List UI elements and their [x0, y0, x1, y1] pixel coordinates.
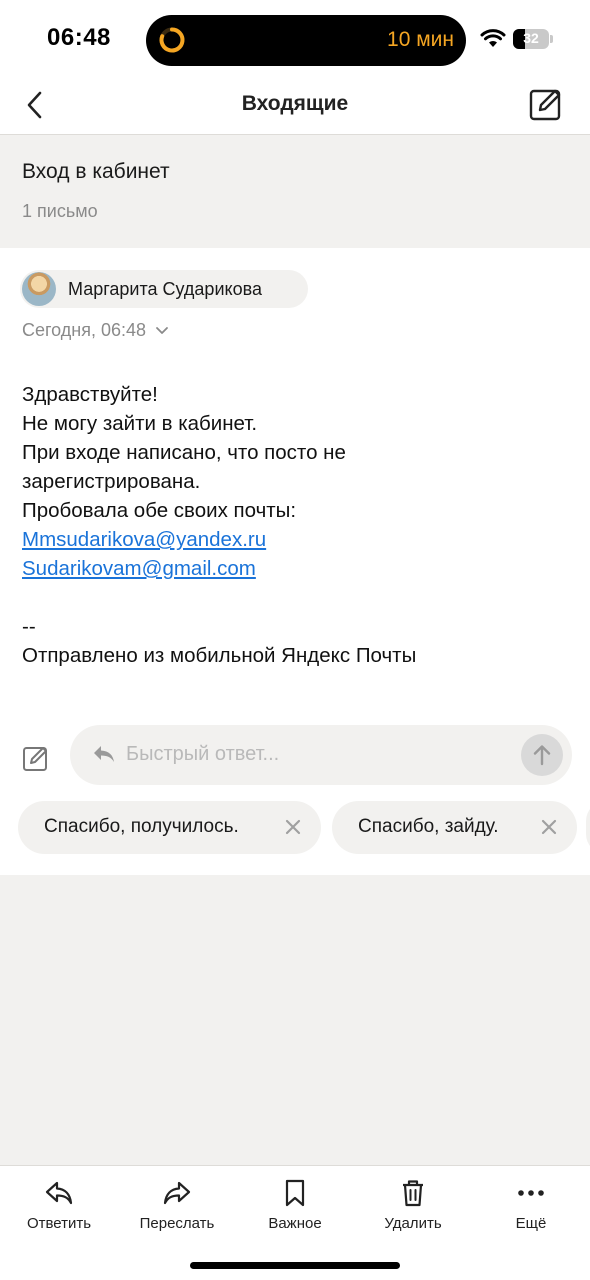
thread-count: 1 письмо — [22, 201, 98, 221]
delete-button[interactable]: Удалить — [354, 1178, 472, 1248]
trash-icon — [403, 1180, 423, 1207]
suggestion-label: Спасибо, получилось. — [44, 816, 239, 837]
email-link[interactable]: Sudarikovam@gmail.com — [22, 557, 256, 580]
sender-name: Маргарита Сударикова — [68, 279, 262, 299]
forward-label: Переслать — [139, 1215, 215, 1232]
body-line: При входе написано, что посто не — [22, 441, 346, 464]
forward-button[interactable]: Переслать — [118, 1178, 236, 1248]
important-button[interactable]: Важное — [236, 1178, 354, 1248]
thread-header: Вход в кабинет 1 письмо — [0, 135, 590, 248]
body-line: зарегистрирована. — [22, 470, 201, 493]
body-line: Пробовала обе своих почты: — [22, 499, 297, 522]
battery-icon: 32 — [513, 29, 553, 49]
more-label: Ещё — [515, 1215, 547, 1232]
wifi-icon — [480, 29, 506, 47]
more-button[interactable]: Ещё — [472, 1178, 590, 1248]
page-title: Входящие — [241, 92, 349, 115]
email-link[interactable]: Mmsudarikova@yandex.ru — [22, 528, 266, 551]
reply-icon — [45, 1181, 73, 1205]
bookmark-icon — [285, 1179, 305, 1207]
signature-separator: -- — [22, 615, 36, 638]
suggestion-label: Спасибо, зайду. — [358, 816, 499, 837]
signature: Отправлено из мобильной Яндекс Почты — [22, 644, 417, 667]
quick-reply-input[interactable]: Быстрый ответ... — [126, 743, 279, 766]
timer-ring-icon — [159, 27, 185, 53]
arrow-up-icon — [533, 745, 551, 766]
more-icon — [518, 1190, 544, 1196]
reply-icon — [94, 746, 114, 762]
chevron-down-icon — [156, 327, 168, 335]
close-icon[interactable] — [284, 818, 302, 836]
dynamic-island[interactable]: 10 мин — [146, 15, 466, 66]
suggestion-chip[interactable]: Спасибо, зайду. — [332, 801, 577, 854]
quick-reply-field[interactable]: Быстрый ответ... — [70, 725, 572, 785]
home-indicator — [190, 1262, 400, 1269]
message-date[interactable]: Сегодня, 06:48 — [22, 320, 169, 341]
nav-bar: Входящие — [0, 80, 590, 135]
reply-label: Ответить — [26, 1215, 92, 1232]
status-bar: 06:48 10 мин 32 — [0, 0, 590, 80]
reply-button[interactable]: Ответить — [0, 1178, 118, 1248]
message-card: Маргарита Сударикова Сегодня, 06:48 Здра… — [0, 248, 590, 875]
thread-subject: Вход в кабинет — [22, 160, 170, 183]
compose-icon[interactable] — [528, 86, 564, 122]
forward-icon — [163, 1181, 191, 1205]
suggestion-chip-partial[interactable] — [586, 801, 590, 854]
battery-percent: 32 — [523, 30, 539, 46]
delete-label: Удалить — [384, 1215, 442, 1232]
important-label: Важное — [268, 1215, 322, 1232]
body-line: Здравствуйте! — [22, 383, 158, 406]
sender-chip[interactable]: Маргарита Сударикова — [20, 270, 308, 308]
date-text: Сегодня, 06:48 — [22, 320, 147, 340]
avatar — [22, 272, 56, 306]
close-icon[interactable] — [540, 818, 558, 836]
body-line: Не могу зайти в кабинет. — [22, 412, 258, 435]
send-button[interactable] — [521, 734, 563, 776]
status-time: 06:48 — [47, 24, 111, 51]
suggestion-chip[interactable]: Спасибо, получилось. — [18, 801, 321, 854]
edit-reply-icon[interactable] — [22, 744, 50, 772]
timer-text: 10 мин — [387, 28, 454, 51]
message-body: Здравствуйте! Не могу зайти в кабинет. П… — [22, 380, 416, 670]
